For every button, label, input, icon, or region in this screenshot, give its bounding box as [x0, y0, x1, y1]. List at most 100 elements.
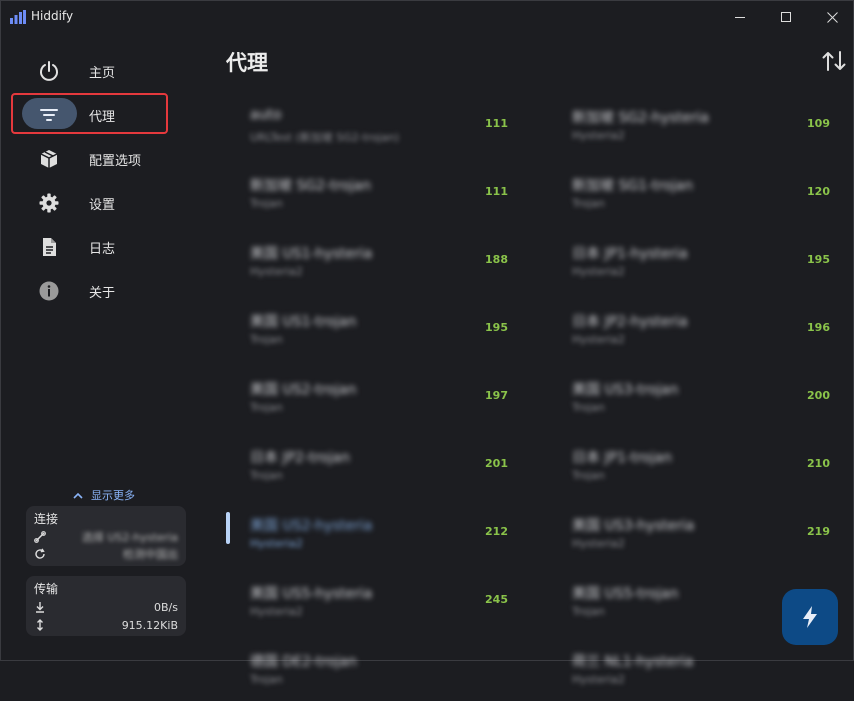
- proxy-item[interactable]: 新加坡 SG2-hysteria Hysteria2 109: [572, 105, 830, 157]
- minimize-icon: [734, 16, 745, 18]
- power-icon: [38, 60, 60, 82]
- proxy-type: Hysteria2: [572, 265, 625, 278]
- proxy-item[interactable]: 日本 JP2-trojan Trojan 201: [250, 445, 508, 497]
- proxy-delay: 219: [807, 525, 830, 538]
- proxy-name: 日本 JP2-hysteria: [572, 314, 688, 330]
- proxy-name: 美国 US2-hysteria: [250, 518, 373, 534]
- close-icon: [826, 11, 838, 23]
- gear-icon: [38, 192, 60, 214]
- proxy-name: 日本 JP1-trojan: [572, 450, 672, 466]
- proxy-name: 美国 US3-trojan: [572, 382, 679, 398]
- sidebar-item-logs[interactable]: 日志: [11, 226, 181, 266]
- proxy-type: Trojan: [572, 401, 605, 414]
- traffic-total-row: 915.12KiB: [34, 617, 178, 633]
- proxy-type: Trojan: [572, 197, 605, 210]
- download-icon: [36, 602, 44, 613]
- proxy-delay: 195: [485, 321, 508, 334]
- proxy-item[interactable]: 日本 JP1-trojan Trojan 210: [572, 445, 830, 497]
- proxy-name: 日本 JP1-hysteria: [572, 246, 688, 262]
- sidebar-item-label: 关于: [89, 286, 116, 301]
- proxy-name: 新加坡 SG2-trojan: [250, 178, 371, 194]
- sidebar-item-settings[interactable]: 设置: [11, 182, 181, 222]
- proxy-item[interactable]: 荷兰 NL1-hysteria Hysteria2: [572, 649, 830, 701]
- info-icon: [38, 280, 60, 302]
- selection-highlight-box: [11, 93, 168, 134]
- proxy-item[interactable]: 美国 US2-hysteria Hysteria2 212: [250, 513, 508, 565]
- proxy-type: Trojan: [572, 469, 605, 482]
- proxy-name: 美国 US2-trojan: [250, 382, 357, 398]
- proxy-item[interactable]: 日本 JP2-hysteria Hysteria2 196: [572, 309, 830, 361]
- connection-title: 连接: [34, 512, 59, 526]
- close-button[interactable]: [809, 1, 854, 33]
- sidebar-item-home[interactable]: 主页: [11, 50, 181, 90]
- proxy-item[interactable]: auto URLTest (新加坡 SG2-trojan) 111: [250, 105, 508, 157]
- traffic-total: 915.12KiB: [121, 618, 178, 632]
- sidebar-item-label: 配置选项: [89, 154, 142, 169]
- sidebar-item-label: 主页: [89, 66, 116, 81]
- selected-proxy-indicator: [226, 512, 230, 544]
- proxy-item[interactable]: 美国 US3-trojan Trojan 200: [572, 377, 830, 429]
- proxy-item[interactable]: 美国 US3-hysteria Hysteria2 219: [572, 513, 830, 565]
- proxy-name: 德国 DE2-trojan: [250, 654, 357, 670]
- proxy-name: 美国 US1-trojan: [250, 314, 357, 330]
- proxy-delay: 111: [485, 117, 508, 130]
- proxy-type: Hysteria2: [572, 129, 625, 142]
- up-down-arrow-icon: [37, 619, 43, 631]
- app-logo-icon: [10, 10, 26, 24]
- lightning-icon: [803, 606, 817, 628]
- minimize-button[interactable]: [717, 1, 763, 33]
- proxy-item[interactable]: 日本 JP1-hysteria Hysteria2 195: [572, 241, 830, 293]
- proxy-delay: 197: [485, 389, 508, 402]
- link-icon: [34, 531, 46, 543]
- app-window: Hiddify 主页 代理 配置选项 设置 日志 关于 显示更多 连接 选择 U…: [0, 0, 854, 686]
- proxy-delay: 188: [485, 253, 508, 266]
- traffic-download-speed: 0B/s: [154, 600, 178, 614]
- proxy-name: 荷兰 NL1-hysteria: [572, 654, 694, 670]
- traffic-card: 传输 0B/s 915.12KiB: [26, 576, 186, 636]
- proxy-delay: 245: [485, 593, 508, 606]
- proxy-name: 美国 US1-hysteria: [250, 246, 373, 262]
- proxy-type: Hysteria2: [250, 537, 303, 550]
- proxy-item[interactable]: 美国 US1-trojan Trojan 195: [250, 309, 508, 361]
- proxy-type: Trojan: [250, 673, 283, 686]
- sort-icon[interactable]: [821, 50, 847, 72]
- proxy-delay: 210: [807, 457, 830, 470]
- app-title: Hiddify: [31, 9, 74, 23]
- proxy-delay: 195: [807, 253, 830, 266]
- box-icon: [38, 148, 60, 170]
- proxy-name: 新加坡 SG2-hysteria: [572, 110, 709, 126]
- title-bar: Hiddify: [1, 1, 853, 33]
- sidebar-item-about[interactable]: 关于: [11, 270, 181, 310]
- proxy-type: URLTest (新加坡 SG2-trojan): [250, 131, 400, 144]
- proxy-type: Trojan: [250, 333, 283, 346]
- proxy-item[interactable]: 美国 US2-trojan Trojan 197: [250, 377, 508, 429]
- sidebar-item-label: 设置: [89, 198, 116, 213]
- show-more-label: 显示更多: [91, 489, 135, 502]
- connection-card[interactable]: 连接 选择 US2-hysteria 检测中国出: [26, 506, 186, 566]
- proxy-item[interactable]: 美国 US5-hysteria Hysteria2 245: [250, 581, 508, 633]
- proxy-type: Hysteria2: [250, 605, 303, 618]
- connection-proxy-row: 选择 US2-hysteria: [34, 529, 178, 545]
- proxy-type: Trojan: [572, 605, 605, 618]
- quick-connect-button[interactable]: [782, 589, 838, 645]
- proxy-delay: 200: [807, 389, 830, 402]
- proxy-delay: 212: [485, 525, 508, 538]
- proxy-type: Hysteria2: [572, 673, 625, 686]
- sidebar-item-profiles[interactable]: 配置选项: [11, 138, 181, 178]
- proxy-item[interactable]: 新加坡 SG2-trojan Trojan 111: [250, 173, 508, 225]
- proxy-item[interactable]: 美国 US1-hysteria Hysteria2 188: [250, 241, 508, 293]
- sidebar-item-label: 日志: [89, 242, 116, 257]
- proxy-type: Trojan: [250, 401, 283, 414]
- show-more-button[interactable]: 显示更多: [73, 487, 135, 503]
- proxy-item[interactable]: 新加坡 SG1-trojan Trojan 120: [572, 173, 830, 225]
- page-title: 代理: [226, 51, 268, 75]
- proxy-name: 美国 US5-trojan: [572, 586, 679, 602]
- traffic-download-row: 0B/s: [34, 599, 178, 615]
- proxy-delay: 109: [807, 117, 830, 130]
- proxy-type: Trojan: [250, 197, 283, 210]
- proxy-name: 美国 US5-hysteria: [250, 586, 373, 602]
- proxy-name: 美国 US3-hysteria: [572, 518, 695, 534]
- proxy-type: Hysteria2: [572, 333, 625, 346]
- proxy-item[interactable]: 德国 DE2-trojan Trojan: [250, 649, 508, 701]
- maximize-button[interactable]: [763, 1, 809, 33]
